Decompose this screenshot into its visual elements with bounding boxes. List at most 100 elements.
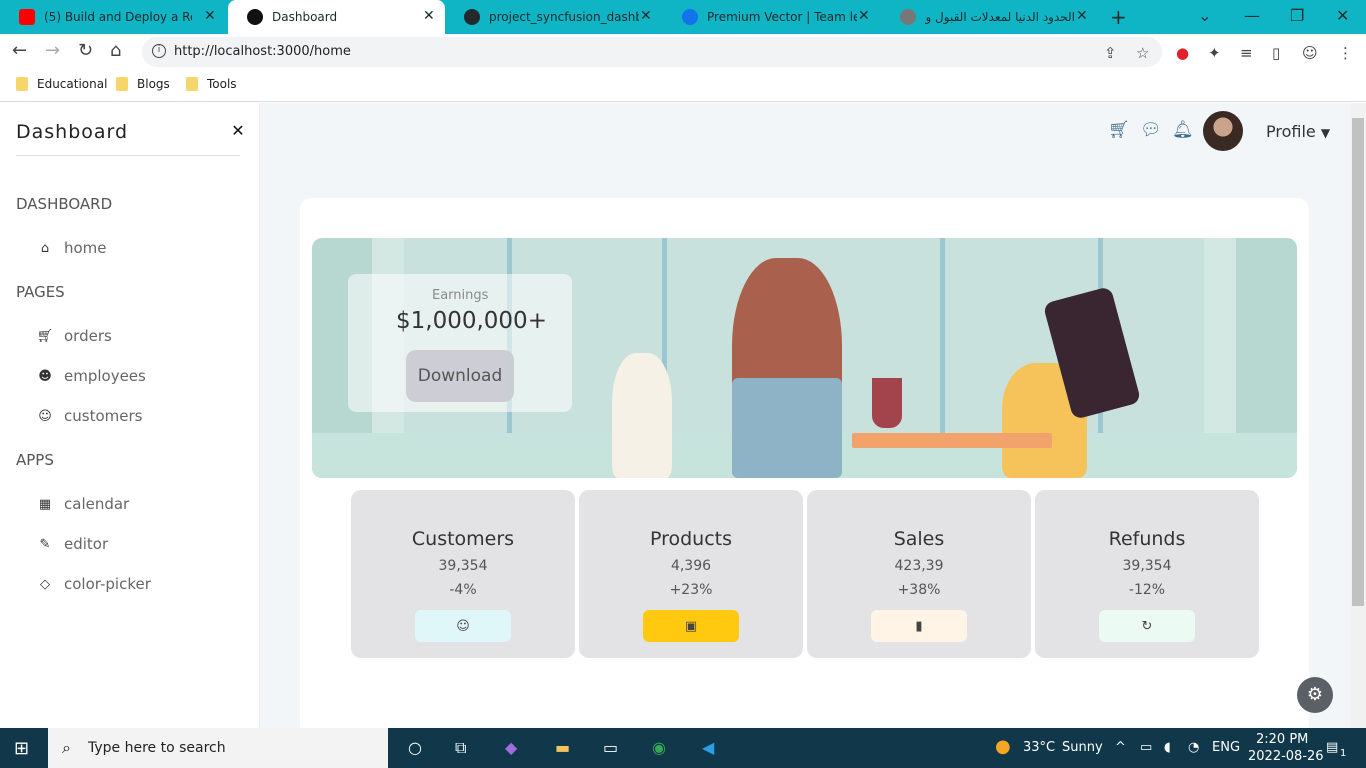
tab-youtube[interactable]: (5) Build and Deploy a React ✕	[0, 0, 228, 34]
chat-icon[interactable]: 💬︎	[1140, 120, 1162, 140]
share-icon[interactable]: ⇪	[1104, 44, 1117, 62]
forward-icon[interactable]: →	[45, 40, 60, 61]
stat-card-products: Products 4,396 +23% ▣	[579, 490, 803, 658]
cortana-icon[interactable]: ○	[408, 738, 422, 757]
reload-icon[interactable]: ↻	[78, 40, 93, 61]
notifications-icon[interactable]: ▤	[1326, 740, 1338, 755]
sidebar-item-calendar[interactable]: ▦ calendar	[36, 495, 129, 513]
profile-avatar-icon[interactable]: ☺	[1302, 44, 1318, 62]
extensions-icon[interactable]: ✦	[1208, 44, 1221, 62]
chrome-icon[interactable]: ◉	[652, 738, 666, 757]
sidepanel-icon[interactable]: ▯	[1272, 44, 1280, 62]
terminal-icon[interactable]: ▭	[603, 738, 618, 757]
url-text[interactable]: http://localhost:3000/home	[174, 44, 351, 59]
close-icon[interactable]: ✕	[640, 8, 652, 24]
sidebar-item-customers[interactable]: ☺ customers	[36, 407, 142, 425]
avatar[interactable]	[1203, 111, 1243, 151]
stat-value: 39,354	[1122, 558, 1172, 574]
illustration-desk	[852, 433, 1052, 448]
customers-icon-button[interactable]: ☺	[415, 610, 511, 642]
file-explorer-icon[interactable]: ▬	[555, 738, 570, 757]
bookmarks-bar: Educational Blogs Tools	[0, 70, 1366, 102]
earnings-value: $1,000,000+	[396, 308, 547, 334]
window-close-icon[interactable]: ✕	[1336, 6, 1349, 25]
minimize-icon[interactable]: —	[1244, 6, 1260, 25]
tab-github[interactable]: project_syncfusion_dashboard ✕	[445, 0, 663, 34]
stat-title: Customers	[411, 528, 515, 550]
search-icon: ⌕	[62, 738, 71, 757]
tab-arabic[interactable]: الحدود الدنيا لمعدلات القبول و ✕	[881, 0, 1099, 34]
close-icon[interactable]: ✕	[1076, 8, 1088, 24]
sidebar-close-icon[interactable]: ✕	[228, 121, 248, 141]
box-icon-button[interactable]: ▣	[643, 610, 739, 642]
taskbar-search[interactable]: ⌕ Type here to search	[48, 728, 388, 768]
profile-dropdown[interactable]: Profile ▼	[1266, 122, 1330, 141]
home-icon[interactable]: ⌂	[110, 40, 121, 61]
bookmark-label: Educational	[37, 77, 108, 91]
tab-title: الحدود الدنيا لمعدلات القبول و	[925, 10, 1075, 24]
weather-temp[interactable]: 33°C	[1023, 740, 1055, 755]
stat-value: 39,354	[438, 558, 488, 574]
battery-icon[interactable]: ▭	[1140, 740, 1152, 755]
wifi-icon[interactable]: ◔	[1188, 740, 1199, 755]
volume-icon[interactable]: ◖	[1164, 740, 1171, 755]
bell-icon[interactable]: 🔔︎	[1172, 120, 1194, 140]
tab-search-icon[interactable]: ⌄	[1198, 6, 1211, 25]
bookmark-educational[interactable]: Educational	[16, 77, 107, 91]
language-indicator[interactable]: ENG	[1212, 740, 1240, 755]
sidebar-item-orders[interactable]: 🛒︎ orders	[36, 327, 112, 345]
media-icon[interactable]: ≡	[1240, 44, 1253, 62]
refresh-icon-button[interactable]: ↻	[1099, 610, 1195, 642]
illustration-plant	[872, 378, 902, 428]
opera-extension-icon[interactable]: ●	[1176, 44, 1189, 62]
sun-icon: ●	[995, 736, 1011, 757]
bookmark-label: Tools	[207, 77, 237, 91]
sidebar-item-label: orders	[64, 327, 112, 345]
cart-icon[interactable]: 🛒︎	[1108, 120, 1130, 140]
search-placeholder: Type here to search	[88, 740, 226, 756]
bookmark-blogs[interactable]: Blogs	[116, 77, 170, 91]
chevron-up-icon[interactable]: ^	[1115, 740, 1126, 755]
earnings-label: Earnings	[432, 288, 489, 303]
earnings-banner: Earnings $1,000,000+ Download	[312, 238, 1297, 478]
sidebar-item-home[interactable]: ⌂ home	[36, 239, 107, 257]
settings-gear-icon[interactable]: ⚙	[1297, 677, 1333, 713]
folder-icon	[16, 77, 28, 91]
vscode-icon[interactable]: ◀	[702, 738, 714, 757]
sidebar-item-label: customers	[64, 407, 143, 425]
tab-dashboard[interactable]: Dashboard ✕	[228, 0, 445, 34]
weather-desc[interactable]: Sunny	[1062, 740, 1103, 755]
sidebar-item-editor[interactable]: ✎ editor	[36, 535, 109, 553]
download-button[interactable]: Download	[406, 350, 514, 402]
new-tab-icon[interactable]: +	[1110, 5, 1127, 29]
sidebar-item-employees[interactable]: ☻ employees	[36, 367, 146, 385]
close-icon[interactable]: ✕	[423, 8, 435, 24]
section-apps: APPS	[16, 451, 54, 469]
chart-icon-button[interactable]: ▮	[871, 610, 967, 642]
scrollbar-thumb[interactable]	[1352, 118, 1364, 606]
restore-icon[interactable]: ❐	[1290, 6, 1304, 25]
close-icon[interactable]: ✕	[858, 8, 870, 24]
tab-title: Dashboard	[272, 10, 338, 24]
clock-time[interactable]: 2:20 PM	[1256, 732, 1308, 747]
visual-studio-icon[interactable]: ◆	[505, 738, 517, 757]
sidebar-item-label: home	[64, 239, 107, 257]
back-icon[interactable]: ←	[12, 40, 27, 61]
stat-value: 4,396	[670, 558, 712, 574]
menu-icon[interactable]: ⋮	[1338, 44, 1353, 62]
clock-date[interactable]: 2022-08-26	[1248, 749, 1324, 764]
bookmark-star-icon[interactable]: ☆	[1136, 44, 1149, 62]
info-icon[interactable]: i	[152, 44, 166, 58]
sidebar-brand[interactable]: Dashboard	[16, 121, 128, 143]
tab-vector[interactable]: Premium Vector | Team lead ✕	[663, 0, 881, 34]
stat-title: Sales	[893, 528, 945, 550]
bookmark-tools[interactable]: Tools	[186, 77, 237, 91]
windows-start-icon[interactable]: ⊞	[14, 738, 29, 759]
chart-icon: ▮	[915, 618, 923, 634]
sidebar-item-color-picker[interactable]: ◇ color-picker	[36, 575, 151, 593]
address-bar[interactable]: i http://localhost:3000/home ⇪ ☆	[142, 37, 1162, 67]
customers-icon: ☺	[456, 618, 470, 634]
stat-change: +38%	[897, 582, 941, 598]
close-icon[interactable]: ✕	[204, 8, 216, 24]
task-view-icon[interactable]: ⧉	[455, 738, 466, 758]
